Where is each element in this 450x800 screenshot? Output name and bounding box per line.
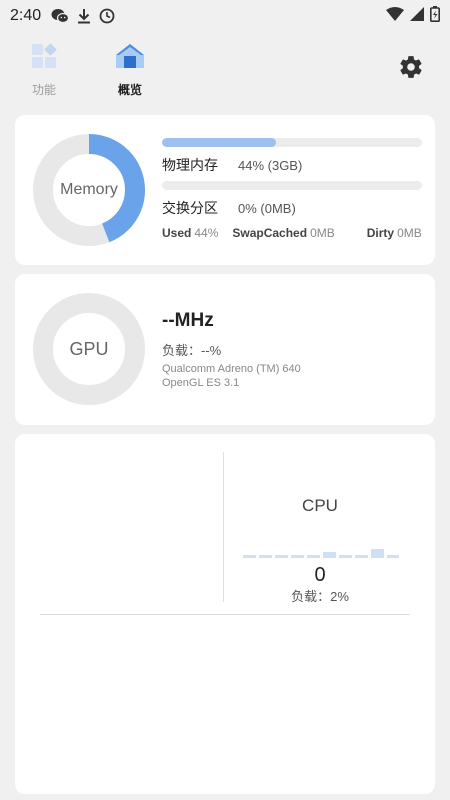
cpu-frequency: 0 — [314, 564, 326, 586]
stat-swapcached: SwapCached 0MB — [232, 226, 335, 240]
cpu-title: CPU — [302, 496, 338, 515]
download-icon — [77, 8, 91, 24]
signal-icon — [410, 6, 424, 26]
gpu-frequency: --MHz — [162, 310, 214, 331]
cpu-load: 负载：2% — [291, 589, 349, 604]
gpu-card[interactable]: GPU --MHz 负载：--% Qualcomm Adreno (TM) 64… — [15, 274, 435, 425]
gpu-load: 负载：--% — [162, 343, 222, 358]
memory-ring-label: Memory — [60, 181, 118, 198]
gpu-api-version: OpenGL ES 3.1 — [162, 377, 240, 389]
stat-used: Used 44% — [162, 226, 219, 240]
cpu-card[interactable]: CPU 0 负载：2% — [15, 434, 435, 794]
tab-overview[interactable]: 概览 — [100, 42, 160, 98]
status-time: 2:40 — [10, 7, 42, 24]
status-bar: 2:40 — [0, 0, 450, 32]
widgets-icon — [30, 42, 58, 75]
physical-memory-value: 44% (3GB) — [238, 158, 303, 173]
memory-card[interactable]: Memory 物理内存 44% (3GB) 交换分区 0% (0MB) Used… — [15, 115, 435, 265]
clock-icon — [99, 8, 115, 24]
wifi-icon — [386, 6, 404, 26]
swap-value: 0% (0MB) — [238, 201, 296, 216]
top-nav: 功能 概览 — [0, 36, 450, 100]
physical-memory-bar — [162, 138, 422, 147]
swap-label: 交换分区 — [162, 200, 218, 216]
cpu-divider — [223, 452, 224, 602]
tab-overview-label: 概览 — [117, 83, 142, 97]
memory-stats: Used 44% SwapCached 0MB Dirty 0MB — [162, 226, 436, 240]
gpu-ring: GPU — [33, 293, 145, 405]
cpu-separator — [40, 614, 410, 615]
stat-dirty: Dirty 0MB — [366, 226, 422, 240]
swap-row: 交换分区 0% (0MB) — [162, 198, 296, 218]
physical-memory-row: 物理内存 44% (3GB) — [162, 155, 302, 175]
swap-bar — [162, 181, 422, 190]
gear-icon — [398, 56, 424, 84]
physical-memory-bar-fill — [162, 138, 277, 147]
wechat-icon — [51, 8, 70, 24]
settings-button[interactable] — [398, 54, 424, 80]
battery-icon — [430, 5, 440, 27]
memory-ring: Memory — [33, 134, 145, 246]
gpu-renderer: Qualcomm Adreno (TM) 640 — [162, 363, 301, 375]
tab-features-label: 功能 — [31, 83, 56, 97]
cpu-load-graph — [243, 544, 399, 560]
tab-features[interactable]: 功能 — [14, 42, 74, 98]
gpu-ring-label: GPU — [69, 338, 109, 359]
home-icon — [114, 42, 146, 75]
physical-memory-label: 物理内存 — [162, 157, 218, 173]
